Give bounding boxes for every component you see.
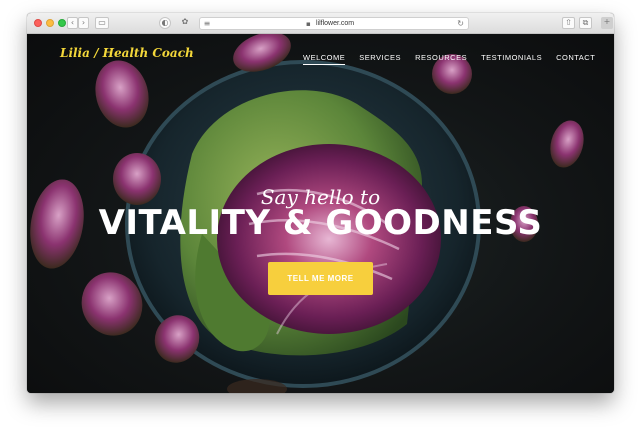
site-logo[interactable]: Lilia / Health Coach	[60, 46, 194, 60]
url-text: lilflower.com	[316, 20, 355, 27]
address-bar[interactable]: ≡ ▪ lilflower.com ↻	[199, 17, 469, 30]
minimize-icon[interactable]	[46, 19, 54, 27]
forward-icon[interactable]: ›	[78, 17, 89, 29]
extension-icon[interactable]: ✿	[179, 17, 191, 29]
new-tab-icon[interactable]: +	[601, 17, 613, 29]
lock-icon: ▪	[306, 20, 311, 28]
sidebar-icon[interactable]: ▭	[95, 17, 109, 29]
tabs-icon[interactable]: ⧉	[579, 17, 592, 29]
nav-item-welcome[interactable]: WELCOME	[303, 53, 346, 65]
nav-item-contact[interactable]: CONTACT	[556, 53, 595, 65]
nav-item-services[interactable]: SERVICES	[359, 53, 401, 65]
share-icon[interactable]: ⇧	[562, 17, 575, 29]
reader-icon[interactable]: ≡	[202, 19, 212, 28]
zoom-icon[interactable]	[58, 19, 66, 27]
tell-me-more-button[interactable]: TELL ME MORE	[268, 262, 373, 295]
site-nav: WELCOME SERVICES RESOURCES TESTIMONIALS …	[303, 53, 595, 65]
reload-icon[interactable]: ↻	[457, 19, 464, 29]
privacy-icon[interactable]: ◐	[159, 17, 171, 29]
browser-toolbar: ‹ › ▭ ◐ ✿ ≡ ▪ lilflower.com ↻ ⇧ ⧉ +	[27, 13, 614, 34]
back-icon[interactable]: ‹	[67, 17, 78, 29]
hero-section: Lilia / Health Coach WELCOME SERVICES RE…	[27, 34, 614, 393]
nav-item-testimonials[interactable]: TESTIMONIALS	[481, 53, 542, 65]
hero-headline: VITALITY & GOODNESS	[98, 203, 543, 243]
browser-window: ‹ › ▭ ◐ ✿ ≡ ▪ lilflower.com ↻ ⇧ ⧉ + Lili…	[27, 13, 614, 393]
close-icon[interactable]	[34, 19, 42, 27]
nav-item-resources[interactable]: RESOURCES	[415, 53, 467, 65]
